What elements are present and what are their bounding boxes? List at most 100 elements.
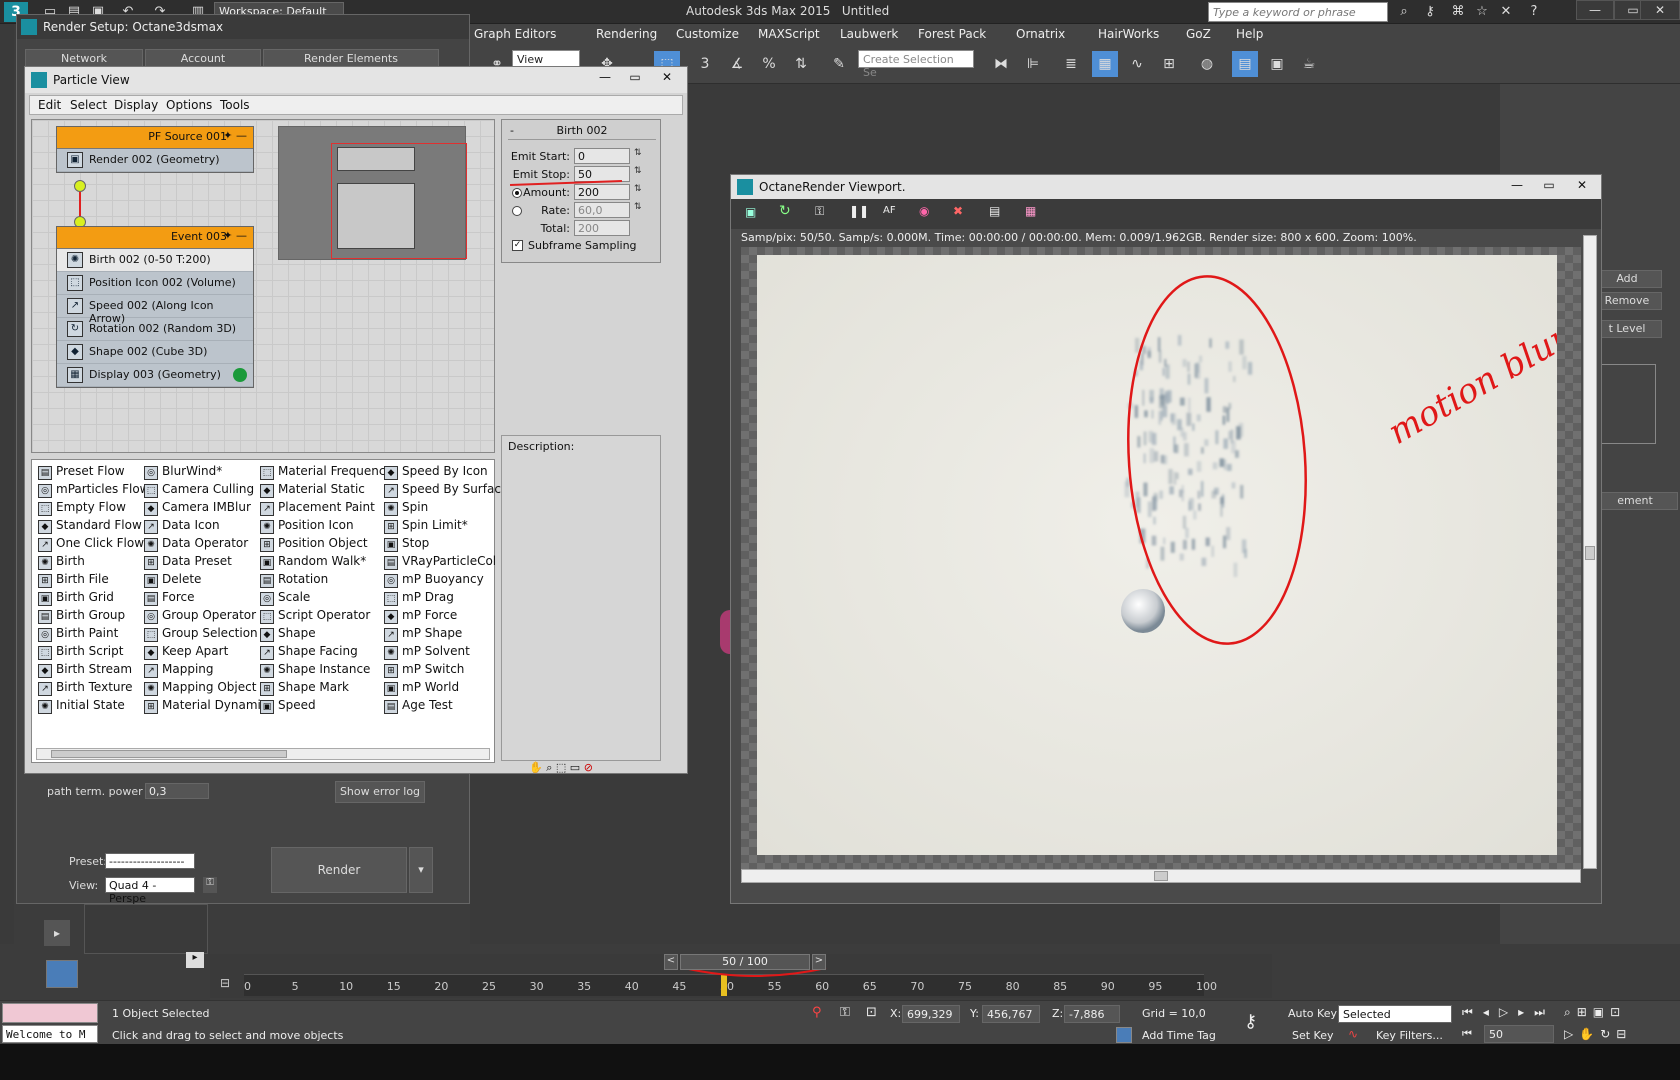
menu-customize[interactable]: Customize [676,27,739,41]
depot-item[interactable]: ✺ Mapping Object [142,680,268,698]
material-editor-icon[interactable]: ◍ [1194,51,1220,77]
pan-hand-icon[interactable]: ✋ [1579,1027,1600,1041]
maxscript-listener-pink[interactable] [2,1003,98,1023]
depot-item[interactable]: ◆ mP Force [382,608,501,626]
operator-render[interactable]: ▣ Render 002 (Geometry) [57,149,253,172]
film-settings-icon[interactable]: ▦ [1025,204,1036,218]
material-picker-icon[interactable]: ◉ [919,204,929,218]
depot-item[interactable]: ◆ Shape [258,626,393,644]
depot-scroll-thumb[interactable] [51,750,287,758]
ov-vertical-scrollbar[interactable] [1583,235,1597,869]
path-term-input[interactable]: 0,3 [145,783,209,799]
add-time-tag[interactable]: Add Time Tag [1142,1029,1216,1042]
favorites-star-icon[interactable]: ☆ [1472,2,1492,22]
pan-hand-icon[interactable]: ✋ [529,761,543,774]
play-script-icon[interactable]: ▸ [44,920,70,946]
render-button[interactable]: Render [271,847,407,893]
depot-item[interactable]: ⬚ mP Drag [382,590,501,608]
operator-speed[interactable]: ↗ Speed 002 (Along Icon Arrow) [57,295,253,325]
graph-minimap[interactable] [278,126,467,260]
depot-item[interactable]: ✺ Initial State [36,698,150,716]
current-frame-field[interactable]: 50 [1484,1025,1554,1043]
depot-item[interactable]: ↗ Speed By Surfac [382,482,501,500]
operator-birth[interactable]: ✺ Birth 002 (0-50 T:200) [57,249,253,272]
depot-item[interactable]: ⬚ Script Operator [258,608,393,626]
zoom-all-icon[interactable]: ⊞ [1577,1005,1593,1019]
zoom-region-icon[interactable]: ⬚ [556,761,566,774]
display-color-swatch[interactable] [233,368,247,382]
depot-item[interactable]: ◆ Material Static [258,482,393,500]
pf-source-header[interactable]: PF Source 001 ✦ — [57,127,253,149]
depot-item[interactable]: ⬚ Material Frequency [258,464,393,482]
depot-item[interactable]: ◎ mP Buoyancy [382,572,501,590]
track-bar-icon[interactable]: ⊟ [220,976,238,994]
operator-position-icon[interactable]: ⬚ Position Icon 002 (Volume) [57,272,253,295]
absolute-mode-icon[interactable]: ⊡ [866,1005,877,1020]
level-button[interactable]: t Level [1592,320,1662,338]
depot-item[interactable]: ▣ Delete [142,572,268,590]
depot-item[interactable]: ▤ Age Test [382,698,501,716]
particle-graph[interactable]: PF Source 001 ✦ — ▣ Render 002 (Geometry) … [31,119,495,453]
operator-display[interactable]: ▦ Display 003 (Geometry) [57,364,253,387]
render-canvas[interactable]: motion blur! [741,247,1581,869]
y-coordinate-field[interactable]: 456,767 [982,1005,1040,1023]
show-error-log-button[interactable]: Show error log [335,781,425,803]
next-frame-button[interactable]: > [812,954,826,970]
scene-explorer-icon[interactable]: ▦ [1092,51,1118,77]
depot-item[interactable]: ↗ Placement Paint [258,500,393,518]
orbit-icon[interactable]: ↻ [1600,1027,1616,1041]
menu-forest-pack[interactable]: Forest Pack [918,27,986,41]
angle-snap-icon[interactable]: ∡ [724,51,750,77]
binoculars-icon[interactable]: ⌕ [1394,2,1414,22]
ov-hscroll-thumb[interactable] [1154,871,1168,881]
depot-item[interactable]: ◆ Standard Flow [36,518,150,536]
depot-item[interactable]: ◆ Keep Apart [142,644,268,662]
z-coordinate-field[interactable]: -7,886 [1064,1005,1120,1023]
depot-item[interactable]: ✺ Birth [36,554,150,572]
depot-item[interactable]: ↗ mP Shape [382,626,501,644]
depot-item[interactable]: ⬚ Birth Script [36,644,150,662]
no-zoom-icon[interactable]: ⊘ [584,761,593,774]
close-button[interactable]: ✕ [1640,0,1680,20]
pv-menu-select[interactable]: Select [70,98,107,112]
operator-shape[interactable]: ◆ Shape 002 (Cube 3D) [57,341,253,364]
expand-arrow-icon[interactable]: ▸ [186,952,204,968]
spinner-snap-icon[interactable]: ⇅ [788,51,814,77]
emit-stop-spinner[interactable]: ⇅ [634,166,642,176]
menu-help[interactable]: Help [1236,27,1263,41]
preset-dropdown[interactable]: ------------------- [105,853,195,869]
save-image-icon[interactable]: ▣ [745,205,756,219]
operator-depot[interactable]: ▤ Preset Flow ◎ mParticles Flow ⬚ Empty Flow ◆… [31,459,501,763]
depot-item[interactable]: ▣ Random Walk* [258,554,393,572]
align-icon[interactable]: ⊫ [1020,51,1046,77]
lightbulb-icon[interactable]: ✦ — [223,229,247,242]
pv-menu-options[interactable]: Options [166,98,212,112]
pv-close-button[interactable]: ✕ [653,70,681,88]
depot-item[interactable]: ↗ Birth Texture [36,680,150,698]
key-tangent-icon[interactable]: ∿ [1348,1027,1358,1041]
amount-input[interactable]: 200 [574,184,630,200]
restart-render-icon[interactable]: ↻ [779,203,791,219]
depot-horizontal-scrollbar[interactable] [36,748,490,760]
autofocus-icon[interactable]: AF [883,205,896,216]
zoom-extents-icon[interactable]: ▣ [1593,1005,1610,1019]
depot-item[interactable]: ↗ Data Icon [142,518,268,536]
selection-set-dropdown[interactable]: Create Selection Se [858,50,974,79]
time-tag-icon[interactable] [1116,1027,1132,1043]
ov-vscroll-thumb[interactable] [1585,546,1595,560]
parameters-header[interactable]: - Birth 002 [508,124,656,140]
percent-snap-icon[interactable]: % [756,51,782,77]
depot-item[interactable]: ↗ Shape Facing [258,644,393,662]
depot-item[interactable]: ✺ mP Solvent [382,644,501,662]
go-to-end-icon[interactable]: ⏭ [1534,1005,1555,1019]
zoom-icon[interactable]: ⌕ [1564,1005,1577,1019]
pause-icon[interactable]: ❚❚ [849,204,869,218]
zoom-extents-icon[interactable]: ▭ [570,761,580,774]
lock-view-icon[interactable]: ⚿ [203,877,217,893]
add-button[interactable]: Add [1592,270,1662,288]
selection-lock-icon[interactable]: ⚿ [840,1005,850,1020]
depot-item[interactable]: ↗ One Click Flow [36,536,150,554]
collapse-rollout-button[interactable]: - [510,124,514,137]
emit-start-input[interactable]: 0 [574,148,630,164]
snap-3d-icon[interactable]: 3 [692,51,718,77]
